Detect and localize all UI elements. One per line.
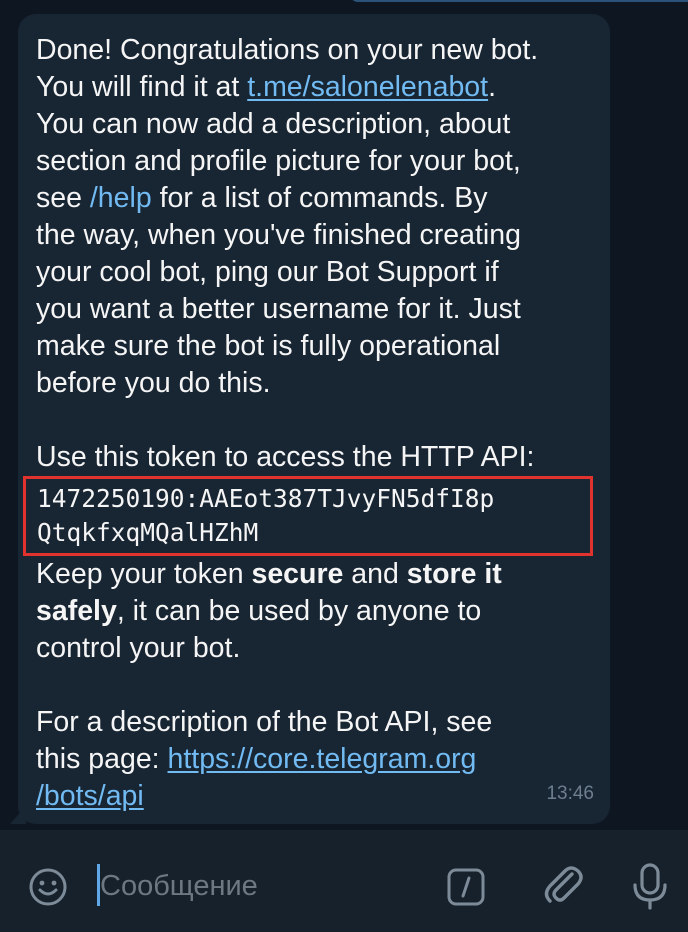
slash-command-icon[interactable] — [443, 864, 489, 910]
message-line: see /help for a list of commands. By — [36, 180, 592, 217]
bold-text: store it — [406, 558, 502, 590]
microphone-icon[interactable] — [628, 860, 672, 912]
message-line: For a description of the Bot API, see — [36, 706, 493, 738]
message-time: 13:46 — [546, 783, 594, 804]
bot-username-link[interactable]: t.me/salonelenabot — [247, 71, 488, 103]
bot-message-bubble: Done! Congratulations on your new bot. Y… — [10, 14, 610, 824]
message-composer — [0, 830, 688, 932]
token-intro: Use this token to access the HTTP API: — [36, 441, 535, 473]
paperclip-icon[interactable] — [538, 860, 588, 910]
bold-text: safely — [36, 595, 117, 627]
message-line: your cool bot, ping our Bot Support if — [36, 256, 499, 288]
bot-api-url-link[interactable]: https://core.telegram.org — [168, 743, 477, 775]
message-line: safely, it can be used by anyone to — [36, 593, 592, 630]
api-token-line: 1472250190:AAEot387TJvyFN5dfI8p — [37, 484, 495, 513]
chat-area: Done! Congratulations on your new bot. Y… — [0, 0, 688, 830]
message-line: Keep your token secure and store it — [36, 556, 592, 593]
message-line: You will find it at t.me/salonelenabot. — [36, 69, 592, 106]
bold-text: secure — [251, 558, 344, 590]
message-text: see — [36, 182, 90, 214]
message-line: before you do this. — [36, 367, 271, 399]
emoji-icon[interactable] — [25, 864, 71, 910]
message-text: , it can be used by anyone to — [116, 595, 482, 627]
bubble-tail — [10, 806, 26, 824]
api-token-line: QtqkfxqMQalHZhM — [37, 518, 259, 547]
message-line: section and profile picture for your bot… — [36, 145, 521, 177]
message-line: the way, when you've finished creating — [36, 219, 521, 251]
message-text: this page: — [36, 743, 168, 775]
api-token-highlight[interactable]: 1472250190:AAEot387TJvyFN5dfI8p QtqkfxqM… — [23, 476, 593, 556]
message-line: /bots/api — [36, 778, 592, 815]
message-input[interactable] — [96, 862, 426, 910]
message-text: and — [343, 558, 407, 590]
message-text: Keep your token — [36, 558, 252, 590]
message-text: You will find it at — [36, 71, 248, 103]
message-line: this page: https://core.telegram.org — [36, 741, 592, 778]
help-command-link[interactable]: /help — [90, 182, 152, 214]
previous-message-bubble — [350, 0, 688, 2]
message-line: you want a better username for it. Just — [36, 293, 521, 325]
message-line: Done! Congratulations on your new bot. — [36, 34, 539, 66]
message-text: . — [488, 71, 496, 103]
message-line: make sure the bot is fully operational — [36, 330, 501, 362]
message-line: You can now add a description, about — [36, 108, 511, 140]
message-text: for a list of commands. By — [151, 182, 488, 214]
bot-api-url-link[interactable]: /bots/api — [36, 780, 144, 812]
message-line: control your bot. — [36, 632, 241, 664]
